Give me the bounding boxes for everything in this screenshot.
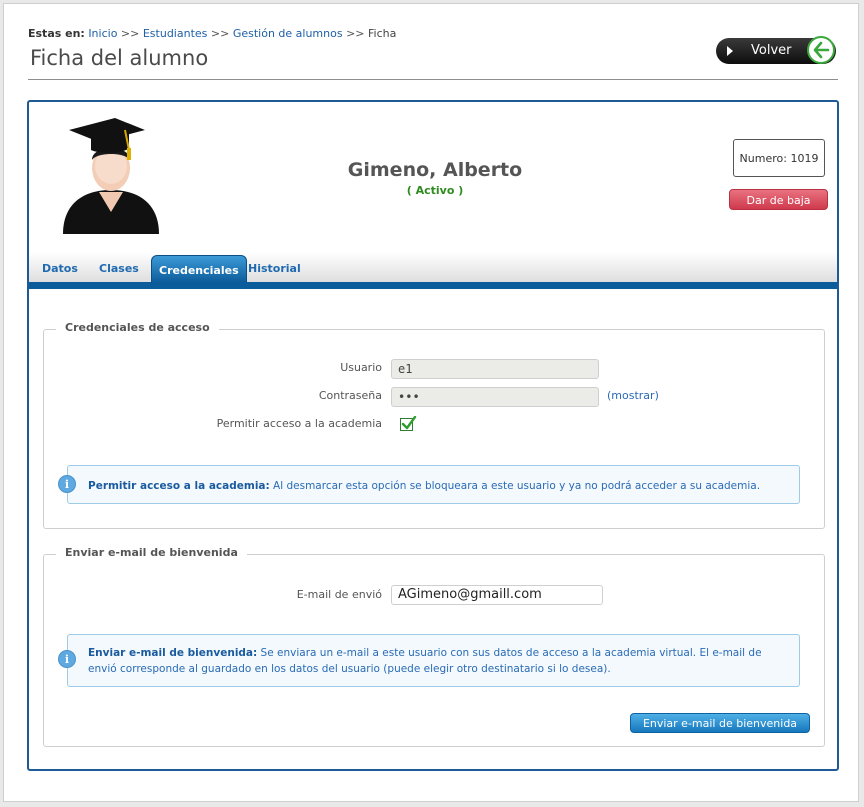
page: Estas en: Inicio >> Estudiantes >> Gesti… xyxy=(3,3,859,802)
permitir-acceso-checkbox[interactable] xyxy=(400,416,417,431)
student-status: ( Activo ) xyxy=(406,184,464,197)
credenciales-legend: Credenciales de acceso xyxy=(56,321,219,334)
back-button-label: Volver xyxy=(751,43,792,58)
contrasena-label: Contraseña xyxy=(318,389,382,402)
student-card: Gimeno, Alberto ( Activo ) Numero: 1019 … xyxy=(27,100,839,771)
permitir-acceso-label: Permitir acceso a la academia xyxy=(216,417,382,430)
student-name: Gimeno, Alberto xyxy=(347,159,523,181)
permitir-acceso-info: i Permitir acceso a la academia: Al desm… xyxy=(58,465,800,504)
breadcrumb-separator: >> xyxy=(210,27,230,40)
dar-de-baja-button[interactable]: Dar de baja xyxy=(729,189,828,210)
breadcrumb-lead: Estas en: xyxy=(28,27,85,40)
tab-credenciales[interactable]: Credenciales xyxy=(151,255,247,283)
tab-bar-underline xyxy=(29,282,837,289)
breadcrumb-separator: >> xyxy=(120,27,140,40)
email-envio-field[interactable]: AGimeno@gmaill.com xyxy=(391,585,603,605)
breadcrumb-separator: >> xyxy=(346,27,365,40)
page-title: Ficha del alumno xyxy=(30,46,209,70)
breadcrumb-current: Ficha xyxy=(368,27,397,40)
permitir-info-text: Al desmarcar esta opción se bloqueara a … xyxy=(269,480,761,492)
student-number-box: Numero: 1019 xyxy=(733,139,825,177)
breadcrumb-estudiantes[interactable]: Estudiantes xyxy=(143,27,208,40)
play-arrow-icon xyxy=(727,46,733,56)
back-arrow-icon xyxy=(807,36,835,64)
usuario-label: Usuario xyxy=(340,361,382,374)
mostrar-link[interactable]: (mostrar) xyxy=(607,389,659,402)
tab-clases[interactable]: Clases xyxy=(99,262,139,275)
breadcrumb-gestion[interactable]: Gestión de alumnos xyxy=(233,27,343,40)
breadcrumb-inicio[interactable]: Inicio xyxy=(88,27,117,40)
title-divider xyxy=(28,79,838,80)
tab-datos[interactable]: Datos xyxy=(42,262,78,275)
info-icon: i xyxy=(58,475,76,493)
usuario-field[interactable]: e1 xyxy=(391,359,599,379)
bienvenida-info: i Enviar e-mail de bienvenida: Se enviar… xyxy=(58,634,800,687)
enviar-email-button[interactable]: Enviar e-mail de bienvenida xyxy=(630,713,810,733)
permitir-info-title: Permitir acceso a la academia: xyxy=(88,480,270,492)
bienvenida-info-title: Enviar e-mail de bienvenida: xyxy=(88,647,258,659)
breadcrumb: Estas en: Inicio >> Estudiantes >> Gesti… xyxy=(28,27,396,40)
info-icon: i xyxy=(58,650,76,668)
contrasena-field[interactable]: ••• xyxy=(391,387,599,407)
back-button[interactable]: Volver xyxy=(716,36,836,64)
bienvenida-legend: Enviar e-mail de bienvenida xyxy=(56,546,247,559)
credenciales-fieldset: Credenciales de acceso Usuario e1 Contra… xyxy=(43,321,825,529)
email-envio-label: E-mail de envió xyxy=(296,588,382,601)
checkmark-icon xyxy=(401,416,417,430)
tab-historial[interactable]: Historial xyxy=(248,262,301,275)
